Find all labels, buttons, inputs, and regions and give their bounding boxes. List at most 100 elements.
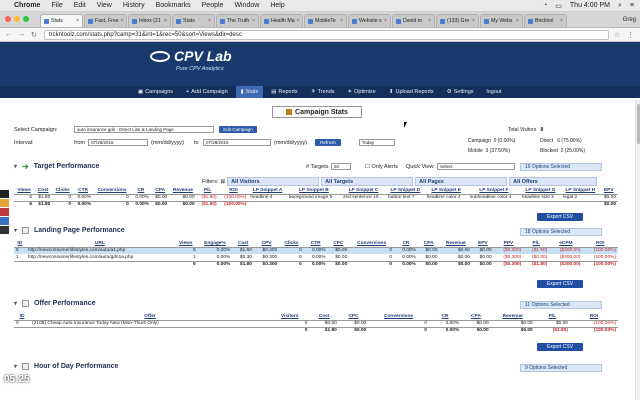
column-header[interactable]: ROI xyxy=(582,240,618,248)
column-header[interactable]: ROI xyxy=(218,187,249,195)
browser-tab[interactable]: Stats × xyxy=(172,14,215,27)
tab-close-icon[interactable]: × xyxy=(297,18,300,24)
column-header[interactable]: CPV xyxy=(253,240,280,248)
collapse-icon[interactable]: ▾ xyxy=(14,227,17,234)
filter-x-icon[interactable]: ⊠ xyxy=(221,179,226,185)
column-header[interactable]: ID xyxy=(14,240,26,248)
nav-stats[interactable]: ▮ Stats xyxy=(235,86,264,98)
column-header[interactable]: LP Snippet F xyxy=(467,187,520,195)
menu-history[interactable]: History xyxy=(123,2,145,9)
column-header[interactable]: Conversions xyxy=(349,240,394,248)
browser-tab[interactable]: Brictionl × xyxy=(524,14,567,27)
nav-add-campaign[interactable]: + Add Campaign xyxy=(181,86,233,98)
collapse-icon[interactable]: ▾ xyxy=(14,363,17,370)
column-header[interactable]: Views xyxy=(173,240,198,248)
collapse-icon[interactable]: ▾ xyxy=(14,163,17,170)
only-alerts-checkbox[interactable]: ☐ Only Alerts xyxy=(365,164,398,170)
tab-close-icon[interactable]: × xyxy=(76,18,79,24)
offer-options-dropdown[interactable]: 11 Options Selected xyxy=(520,301,602,309)
column-header[interactable]: ROI xyxy=(569,313,618,321)
filter-pages[interactable]: All Pages xyxy=(415,177,508,186)
column-header[interactable]: CPA xyxy=(417,240,440,248)
browser-tab[interactable]: Inbox (21 × xyxy=(128,14,171,27)
column-header[interactable]: Conversions xyxy=(368,313,429,321)
table-row[interactable]: 0 (2108) Cheap Auto Insurance Today New (… xyxy=(14,320,618,327)
column-header[interactable]: Revenue xyxy=(439,240,472,248)
column-header[interactable]: Clicks xyxy=(279,240,304,248)
column-header[interactable]: P/L xyxy=(196,187,219,195)
column-header[interactable]: PPV xyxy=(493,240,524,248)
column-header[interactable]: CPA xyxy=(150,187,170,195)
column-header[interactable]: Cost xyxy=(232,240,254,248)
column-header[interactable]: CTR xyxy=(303,240,328,248)
bookmark-star-icon[interactable]: ☆ xyxy=(614,31,622,39)
url-input[interactable]: trckntoolz.com/stats.php?camp=31&int=1&r… xyxy=(44,29,609,40)
column-header[interactable]: LP Snippet G xyxy=(519,187,562,195)
browser-tab[interactable]: Fast, Free × xyxy=(84,14,127,27)
offer-section-header[interactable]: ▾ Offer Performance xyxy=(14,300,95,307)
campaign-select[interactable]: auto insurance gdn - Direct Link & Landi… xyxy=(74,126,214,133)
tab-close-icon[interactable]: × xyxy=(472,18,475,24)
column-header[interactable]: LP Snippet C xyxy=(340,187,387,195)
nav-reports[interactable]: ▤ Reports xyxy=(266,86,302,98)
column-header[interactable]: CPC xyxy=(327,240,350,248)
tool-icon-2[interactable] xyxy=(0,199,9,207)
menu-window[interactable]: Window xyxy=(234,2,259,9)
close-window-icon[interactable] xyxy=(5,16,11,22)
list-icon[interactable]: ≡ xyxy=(630,2,634,9)
tab-close-icon[interactable]: × xyxy=(121,18,124,24)
menu-view[interactable]: View xyxy=(97,2,112,9)
next-options-dropdown[interactable]: 9 Options Selected xyxy=(520,364,602,372)
menu-bookmarks[interactable]: Bookmarks xyxy=(156,2,191,9)
search-icon[interactable]: ⌕ xyxy=(618,2,622,10)
tab-close-icon[interactable]: × xyxy=(384,18,387,24)
column-header[interactable]: eCPM xyxy=(549,240,583,248)
period-select[interactable]: Today xyxy=(359,139,395,146)
column-header[interactable]: CR xyxy=(130,187,151,195)
column-header[interactable]: CPA xyxy=(461,313,491,321)
column-header[interactable]: CR xyxy=(428,313,462,321)
browser-tab[interactable]: Website s × xyxy=(348,14,391,27)
menu-people[interactable]: People xyxy=(202,2,224,9)
target-section-header[interactable]: ▾ ➔ Target Performance xyxy=(14,162,99,171)
tool-icon-5[interactable] xyxy=(0,226,9,234)
tab-close-icon[interactable]: × xyxy=(560,18,563,24)
next-section-header[interactable]: ▾ Hour of Day Performance xyxy=(14,363,118,370)
menu-dots-icon[interactable]: ⋮ xyxy=(627,31,635,39)
table-row[interactable]: 5 http://newconsumerlifestyles.com/auto/a… xyxy=(14,247,618,254)
offer-export-csv-button[interactable]: Export CSV xyxy=(537,343,583,351)
browser-tab[interactable]: My Webs × xyxy=(480,14,523,27)
tab-close-icon[interactable]: × xyxy=(340,18,343,24)
filter-visitors[interactable]: All Visitors xyxy=(227,177,320,186)
landing-options-dropdown[interactable]: 18 Options Selected xyxy=(520,228,602,236)
browser-tab[interactable]: David m × xyxy=(392,14,435,27)
nav-campaigns[interactable]: ▣ Campaigns xyxy=(133,86,178,98)
wifi-icon[interactable]: ◔ xyxy=(543,2,547,9)
scrollbar[interactable] xyxy=(635,100,640,400)
to-date-input[interactable]: 07/28/2016 xyxy=(203,139,271,146)
column-header[interactable]: LP Snippet A xyxy=(248,187,287,195)
column-header[interactable]: EPV xyxy=(599,187,618,195)
menu-app[interactable]: Chrome xyxy=(14,2,40,9)
tab-close-icon[interactable]: × xyxy=(208,18,211,24)
column-header[interactable]: CR xyxy=(394,240,418,248)
back-icon[interactable]: ← xyxy=(5,31,13,38)
scroll-thumb[interactable] xyxy=(636,104,640,144)
column-header[interactable]: CTR xyxy=(72,187,94,195)
landing-section-header[interactable]: ▾ Landing Page Performance xyxy=(14,227,125,234)
browser-tab[interactable]: Health Ma × xyxy=(260,14,303,27)
target-export-csv-button[interactable]: Export CSV xyxy=(537,213,583,221)
tab-close-icon[interactable]: × xyxy=(516,18,519,24)
column-header[interactable]: EPV xyxy=(471,240,494,248)
targets-count-select[interactable]: 50 xyxy=(331,163,351,170)
reload-icon[interactable]: ↻ xyxy=(31,31,39,39)
table-row[interactable]: 6 $1.80 0 0.00% 0 0.00% $0.00 $0.00 ($1.80) (100.… xyxy=(14,194,618,201)
collapse-icon[interactable]: ▾ xyxy=(14,300,17,307)
brand-logo[interactable]: CPV Lab xyxy=(150,48,232,64)
forward-icon[interactable]: → xyxy=(18,31,26,38)
column-header[interactable]: Conversions xyxy=(93,187,131,195)
column-header[interactable]: Cost xyxy=(34,187,53,195)
nav-trends[interactable]: ⚘ Trends xyxy=(306,86,340,98)
column-header[interactable]: P/L xyxy=(534,313,570,321)
browser-tab[interactable]: Stats × xyxy=(40,14,83,27)
